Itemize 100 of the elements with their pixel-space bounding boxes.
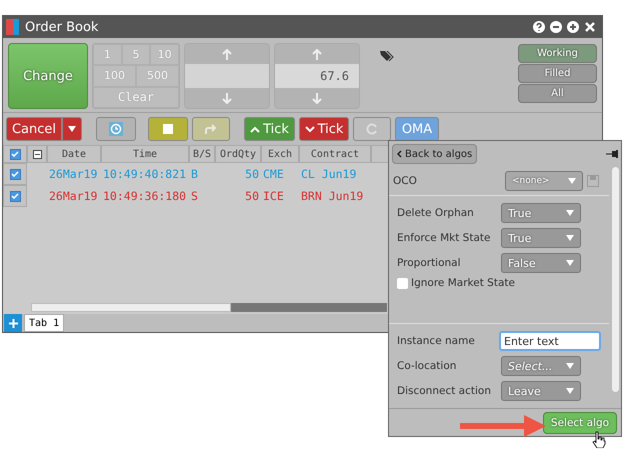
close-icon[interactable] <box>584 21 596 33</box>
square-icon <box>163 124 173 134</box>
pin-icon[interactable] <box>606 150 618 158</box>
parameter-label: Proportional <box>397 257 462 269</box>
refresh-icon <box>366 123 378 135</box>
caret-icon <box>568 178 576 184</box>
parameter-label: Disconnect action <box>397 385 492 397</box>
back-button[interactable]: Back to algos <box>392 144 478 164</box>
instance-name-field[interactable]: Enter text <box>499 331 601 351</box>
caret-icon <box>566 210 574 216</box>
up-arrow-icon <box>222 48 232 60</box>
parameter-dropdown[interactable]: Select... <box>501 356 581 376</box>
filter-button[interactable]: Filled <box>518 64 597 83</box>
check-icon <box>11 193 19 199</box>
parameter-dropdown[interactable]: True <box>501 203 581 223</box>
clock-icon <box>109 122 123 136</box>
scrollbar[interactable] <box>612 167 619 392</box>
redo-arrow-icon <box>204 124 218 134</box>
filter-button[interactable]: Working <box>518 44 597 63</box>
down-arrow-button[interactable] <box>275 88 359 108</box>
up-arrow-button[interactable] <box>275 44 359 64</box>
instance-label: Instance name <box>397 335 476 347</box>
table-cell-text: 26Mar19 <box>48 189 98 203</box>
table-cell-text: B <box>190 167 199 181</box>
price-field[interactable]: 67.6 <box>275 64 359 88</box>
checkbox[interactable] <box>10 168 20 180</box>
column-header[interactable]: B/S <box>189 145 215 163</box>
up-arrow-icon <box>312 48 322 60</box>
oco-dropdown[interactable]: <none> <box>505 171 583 191</box>
table-cell-text: CME <box>262 167 285 181</box>
add-tab-button[interactable] <box>4 314 22 332</box>
parameter-dropdown[interactable]: Leave <box>501 381 581 401</box>
column-header[interactable]: Exch <box>261 145 299 163</box>
tag-icon[interactable] <box>380 50 394 62</box>
table-cell-text: 50 <box>244 189 260 203</box>
cancel-menu-button[interactable] <box>62 117 82 141</box>
help-icon[interactable] <box>533 21 545 33</box>
table-cell-text: ICE <box>262 189 285 203</box>
table-cell-text: 10:49:36:180 <box>102 189 188 203</box>
down-arrow-icon <box>222 92 232 104</box>
select-algo-button[interactable]: Select algo <box>543 412 617 434</box>
redo-button[interactable] <box>192 117 230 141</box>
down-arrow-icon <box>312 92 322 104</box>
caret-icon <box>68 126 76 132</box>
quantity-button[interactable]: 500 <box>136 65 179 87</box>
quantity-button[interactable]: 100 <box>93 65 136 87</box>
down-arrow-button[interactable] <box>185 88 269 108</box>
history-button[interactable] <box>96 117 136 141</box>
clear-button[interactable]: Clear <box>93 86 179 108</box>
parameter-label: Co-location <box>397 360 458 372</box>
quantity-button[interactable]: 5 <box>122 44 150 66</box>
check-icon <box>11 171 19 177</box>
quantity-button[interactable]: 1 <box>93 44 122 66</box>
collapse-icon[interactable] <box>32 150 42 158</box>
price-field[interactable] <box>185 64 269 88</box>
table-cell-text: 50 <box>244 167 260 181</box>
maximize-icon[interactable] <box>567 21 579 33</box>
column-header[interactable]: Time <box>101 145 189 163</box>
parameter-dropdown[interactable]: True <box>501 228 581 248</box>
chevron-left-icon <box>397 150 402 158</box>
parameter-label: Enforce Mkt State <box>397 232 492 244</box>
filter-button[interactable]: All <box>518 84 597 103</box>
caret-icon <box>566 388 574 394</box>
tab[interactable]: Tab 1 <box>24 314 64 332</box>
refresh-button[interactable] <box>353 117 391 141</box>
table-cell-text: 10:49:40:821 <box>102 167 188 181</box>
caret-icon <box>566 260 574 266</box>
checkbox[interactable] <box>10 148 20 160</box>
tick-up-button[interactable]: Tick <box>244 117 295 141</box>
quantity-button[interactable]: 10 <box>150 44 179 66</box>
oma-button[interactable]: OMA <box>395 117 439 141</box>
window-title: Order Book <box>25 20 100 34</box>
column-header[interactable]: Date <box>47 145 101 163</box>
ignore-market-state-checkbox[interactable]: Ignore Market State <box>397 277 601 289</box>
parameter-dropdown[interactable]: False <box>501 253 581 273</box>
column-header[interactable]: OrdQty <box>215 145 261 163</box>
plus-icon <box>8 318 18 328</box>
book-icon <box>6 19 20 35</box>
caret-icon <box>566 235 574 241</box>
caret-icon <box>566 363 574 369</box>
parameter-label: Delete Orphan <box>397 207 475 219</box>
checkbox[interactable] <box>397 278 408 288</box>
table-cell-text: CL Jun19 <box>300 167 358 181</box>
check-icon <box>11 151 19 157</box>
scrollbar[interactable] <box>31 303 387 312</box>
minimize-icon[interactable] <box>550 21 562 33</box>
up-arrow-button[interactable] <box>185 44 269 64</box>
stop-button[interactable] <box>148 117 188 141</box>
table-cell-text: S <box>190 189 199 203</box>
change-button[interactable]: Change <box>8 43 88 109</box>
hand-cursor-icon <box>592 431 606 448</box>
checkbox[interactable] <box>10 190 20 202</box>
cancel-button[interactable]: Cancel <box>6 117 62 141</box>
chevron-up-icon <box>250 126 260 132</box>
table-cell-text: BRN Jun19 <box>300 189 364 203</box>
chevron-down-icon <box>304 126 315 132</box>
oco-label: OCO <box>393 175 418 187</box>
tick-down-button[interactable]: Tick <box>299 117 349 141</box>
table-cell-text: 26Mar19 <box>48 167 98 181</box>
column-header[interactable]: Contract <box>299 145 371 163</box>
